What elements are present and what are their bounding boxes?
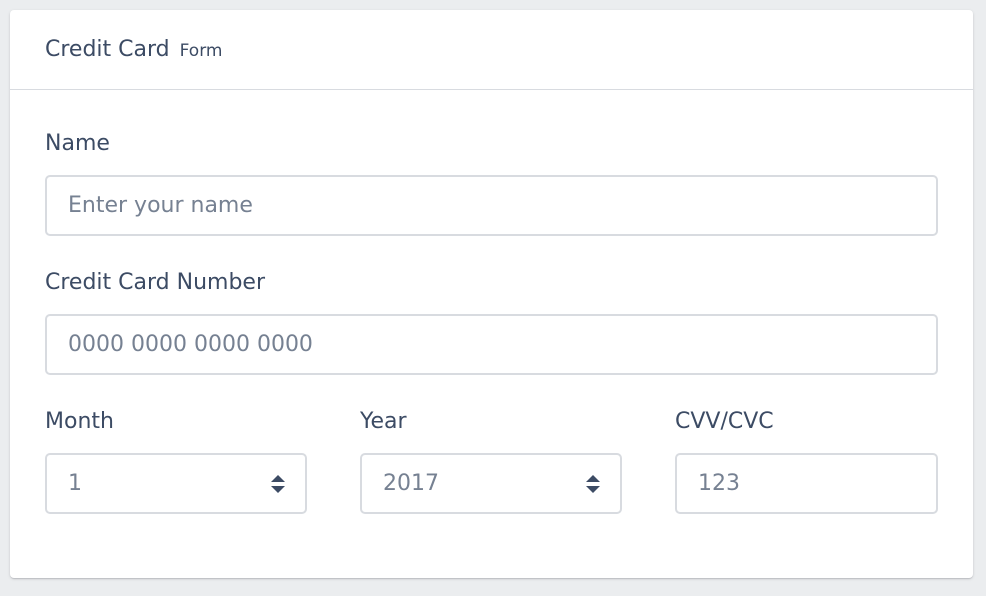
credit-card-number-label: Credit Card Number xyxy=(45,270,265,295)
credit-card-number-field[interactable] xyxy=(45,314,938,375)
name-input[interactable] xyxy=(47,177,936,234)
card-title-text: Credit Card xyxy=(45,37,170,62)
name-field[interactable] xyxy=(45,175,938,236)
month-selected-value: 1 xyxy=(68,471,82,496)
card-subtitle: Form xyxy=(179,41,223,61)
card-title: Credit Card Form xyxy=(45,37,222,64)
year-selected-value: 2017 xyxy=(383,471,439,496)
name-label: Name xyxy=(45,131,110,156)
year-select[interactable]: 2017 xyxy=(360,453,622,514)
chevron-up-down-icon xyxy=(271,475,285,493)
month-select[interactable]: 1 xyxy=(45,453,307,514)
cvv-input[interactable] xyxy=(677,455,936,512)
card-header: Credit Card Form xyxy=(10,10,973,90)
chevron-up-down-icon xyxy=(586,475,600,493)
month-label: Month xyxy=(45,409,114,434)
cvv-label: CVV/CVC xyxy=(675,409,774,434)
credit-card-form-card: Credit Card Form Name Credit Card Number… xyxy=(10,10,973,578)
cvv-field[interactable] xyxy=(675,453,938,514)
credit-card-number-input[interactable] xyxy=(47,316,936,373)
year-label: Year xyxy=(360,409,407,434)
